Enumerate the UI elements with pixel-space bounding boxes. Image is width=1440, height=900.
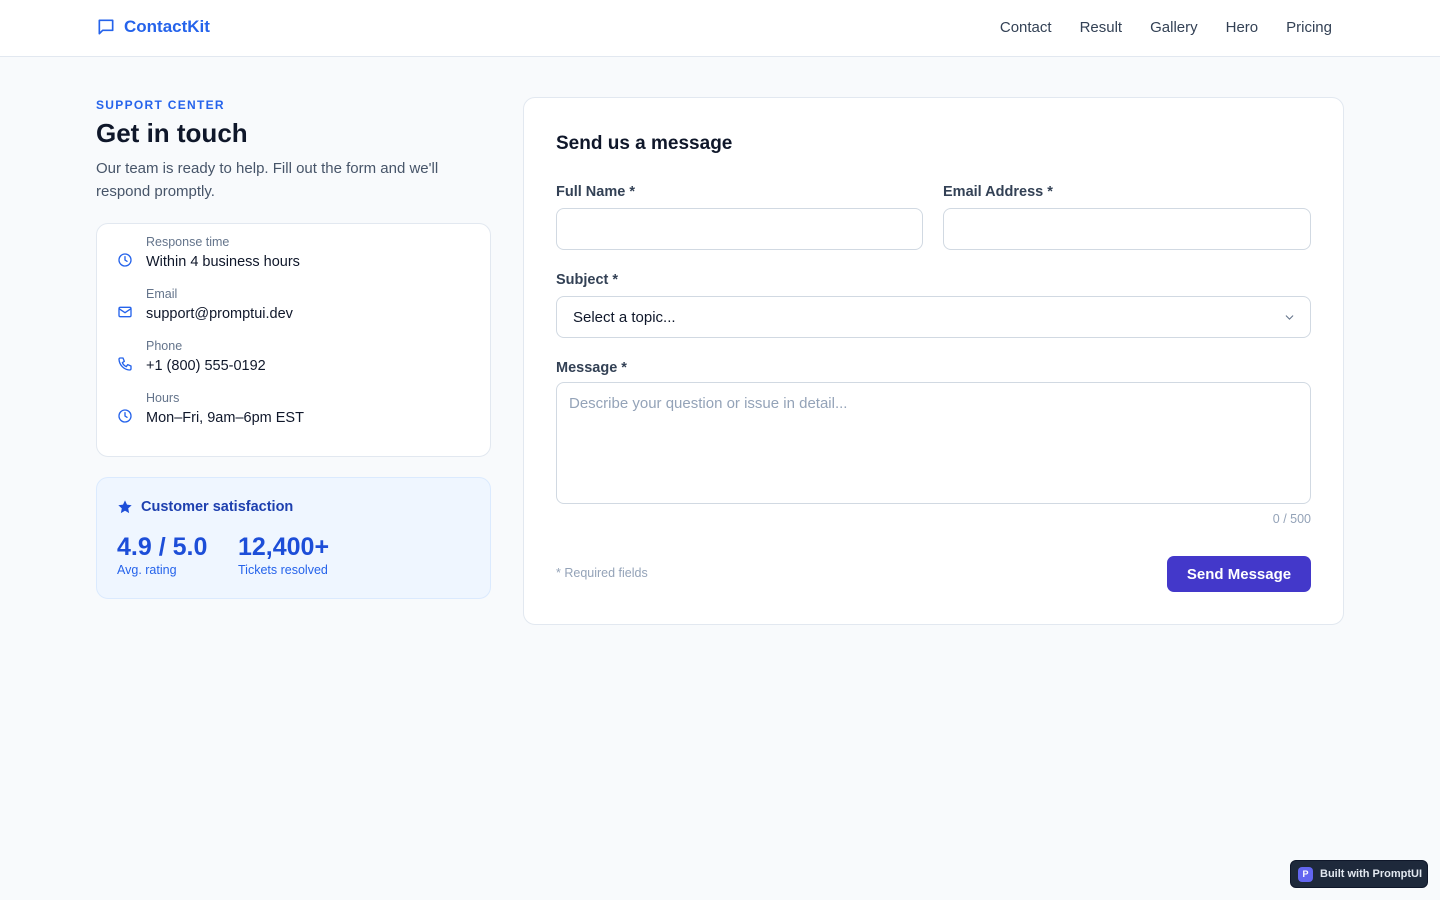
info-row-response-time: Response time Within 4 business hours (117, 230, 300, 272)
required-fields-note: * Required fields (556, 566, 648, 580)
info-value: Within 4 business hours (146, 254, 300, 270)
stat-label: Tickets resolved (238, 563, 328, 577)
nav-link-hero[interactable]: Hero (1226, 19, 1259, 36)
full-name-label: Full Name * (556, 184, 635, 200)
info-label: Email (146, 287, 178, 301)
info-label: Response time (146, 235, 230, 249)
page-title: Get in touch (96, 118, 248, 148)
eyebrow-label: SUPPORT CENTER (96, 98, 225, 112)
nav-link-contact[interactable]: Contact (1000, 19, 1052, 36)
subject-select[interactable]: Select a topic... (556, 296, 1311, 338)
phone-icon (118, 357, 132, 371)
nav-link-result[interactable]: Result (1080, 19, 1123, 36)
stat-value: 12,400+ (238, 533, 330, 561)
promptui-logo-icon: P (1298, 866, 1313, 882)
message-textarea[interactable] (556, 382, 1311, 504)
chat-bubble-icon (98, 19, 114, 35)
clock-icon (118, 253, 132, 267)
info-value: Mon–Fri, 9am–6pm EST (146, 410, 304, 426)
info-label: Phone (146, 339, 183, 353)
badge-text: Built with PromptUI (1320, 868, 1423, 880)
character-counter: 0 / 500 (1272, 512, 1311, 526)
contact-info-card: Response time Within 4 business hours Em… (96, 223, 491, 457)
clock-icon (118, 409, 132, 423)
main-nav: Contact Result Gallery Hero Pricing (1000, 19, 1332, 36)
subject-label: Subject * (556, 272, 619, 288)
info-row-phone: Phone +1 (800) 555-0192 (117, 334, 266, 376)
mail-icon (118, 306, 132, 318)
stat-tickets-resolved: 12,400+ Tickets resolved (238, 533, 329, 577)
contact-form-card: Send us a message Full Name * Email Addr… (523, 97, 1344, 625)
top-navbar: ContactKit Contact Result Gallery Hero P… (0, 0, 1440, 57)
info-row-hours: Hours Mon–Fri, 9am–6pm EST (117, 386, 304, 428)
chevron-down-icon (1285, 315, 1294, 320)
intro-text: Our team is ready to help. Fill out the … (96, 160, 439, 200)
nav-link-pricing[interactable]: Pricing (1286, 19, 1332, 36)
full-name-input[interactable] (556, 208, 923, 250)
info-label: Hours (146, 391, 180, 405)
form-title: Send us a message (556, 133, 733, 154)
send-message-button[interactable]: Send Message (1167, 556, 1311, 592)
star-icon (118, 500, 132, 514)
email-label: Email Address * (943, 184, 1053, 200)
brand-link[interactable]: ContactKit (96, 17, 210, 37)
built-with-badge[interactable]: P Built with PromptUI (1290, 860, 1428, 888)
info-value: +1 (800) 555-0192 (146, 358, 266, 374)
satisfaction-card: Customer satisfaction 4.9 / 5.0 Avg. rat… (96, 477, 491, 599)
stat-value: 4.9 / 5.0 (117, 533, 208, 561)
brand-name: ContactKit (124, 17, 210, 36)
subject-selected-value: Select a topic... (573, 308, 676, 326)
info-row-email: Email support@promptui.dev (117, 282, 293, 324)
satisfaction-heading: Customer satisfaction (117, 499, 293, 515)
stat-label: Avg. rating (117, 563, 177, 577)
nav-link-gallery[interactable]: Gallery (1150, 19, 1198, 36)
message-label: Message * (556, 360, 627, 376)
email-input[interactable] (943, 208, 1311, 250)
stat-avg-rating: 4.9 / 5.0 Avg. rating (117, 533, 207, 577)
info-value: support@promptui.dev (146, 306, 293, 322)
satisfaction-title: Customer satisfaction (141, 499, 294, 515)
